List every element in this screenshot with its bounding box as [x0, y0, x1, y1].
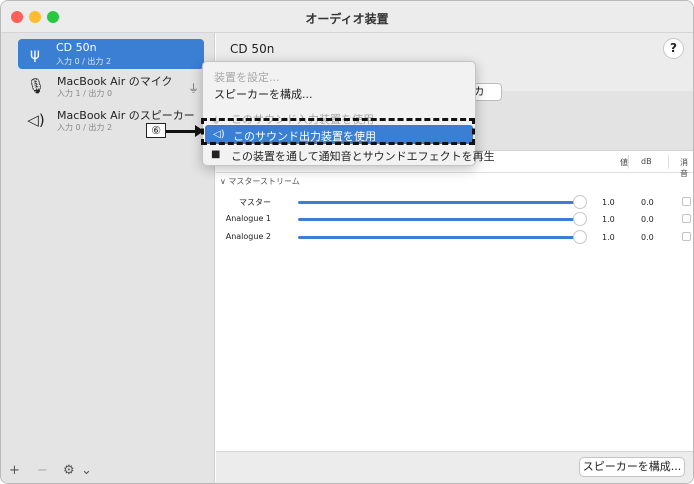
- gear-icon[interactable]: ⚙: [63, 463, 75, 478]
- arrow-head-icon: [195, 125, 204, 137]
- window-title: オーディオ装置: [305, 12, 389, 26]
- column-divider: [668, 155, 669, 169]
- device-io: 入力 0 / 出力 2: [56, 57, 112, 66]
- sidebar-footer: + − ⚙ ⌄: [1, 461, 214, 483]
- mute-checkbox[interactable]: [682, 214, 691, 223]
- column-value: 値: [620, 158, 628, 167]
- alert-icon: ■: [211, 149, 221, 160]
- volume-value: 1.0: [602, 233, 615, 242]
- device-io: 入力 1 / 出力 0: [57, 89, 113, 98]
- step-callout: ⑥: [146, 123, 166, 138]
- menu-item-configure-speakers[interactable]: スピーカーを構成...: [203, 83, 475, 102]
- speaker-icon: ◁): [27, 111, 45, 129]
- volume-value: 1.0: [602, 198, 615, 207]
- device-io: 入力 0 / 出力 2: [57, 123, 113, 132]
- volume-slider-thumb[interactable]: [573, 230, 587, 244]
- mute-checkbox[interactable]: [682, 232, 691, 241]
- microphone-icon: 🎙: [26, 77, 46, 95]
- volume-slider[interactable]: [298, 236, 578, 239]
- device-name: MacBook Air のマイク: [57, 75, 173, 88]
- device-title: CD 50n: [230, 42, 275, 56]
- add-device-button[interactable]: +: [9, 463, 20, 478]
- device-item-mic[interactable]: 🎙 MacBook Air のマイク 入力 1 / 出力 0 ⏚: [19, 71, 205, 101]
- volume-value: 1.0: [602, 215, 615, 224]
- detail-footer: スピーカーを構成...: [216, 451, 693, 483]
- volume-row: Analogue 1 1.0 0.0: [216, 212, 693, 226]
- audio-devices-window: オーディオ装置 ψ CD 50n 入力 0 / 出力 2 🎙 MacBook A…: [0, 0, 694, 484]
- chevron-down-icon[interactable]: ⌄: [81, 463, 92, 478]
- mute-checkbox[interactable]: [682, 197, 691, 206]
- menu-item-label: スピーカーを構成...: [214, 88, 313, 101]
- channel-label: Analogue 2: [225, 232, 271, 241]
- title-bar: オーディオ装置: [1, 1, 693, 33]
- volume-slider[interactable]: [298, 201, 578, 204]
- highlight-frame: [201, 118, 475, 145]
- volume-slider[interactable]: [298, 218, 578, 221]
- volume-row: Analogue 2 1.0 0.0: [216, 230, 693, 244]
- column-divider: [628, 155, 629, 169]
- channel-label: マスター: [239, 198, 271, 207]
- device-name: CD 50n: [56, 41, 97, 54]
- column-db: dB: [641, 157, 652, 166]
- column-mute: 消音: [680, 158, 688, 178]
- remove-device-button[interactable]: −: [37, 463, 48, 478]
- usb-icon: ψ: [30, 45, 40, 63]
- input-device-icon: ⏚: [188, 82, 199, 95]
- master-stream-section[interactable]: ∨ マスターストリーム: [220, 176, 300, 187]
- volume-slider-thumb[interactable]: [573, 212, 587, 226]
- device-item-cd50n[interactable]: ψ CD 50n 入力 0 / 出力 2: [18, 39, 204, 69]
- configure-speakers-button[interactable]: スピーカーを構成...: [579, 457, 685, 477]
- help-button[interactable]: ?: [663, 38, 684, 59]
- device-context-menu: 装置を設定... スピーカーを構成... ⏚ このサウンド入力装置を使用 ◁) …: [202, 61, 495, 166]
- pointer-arrow: [166, 130, 196, 133]
- volume-db: 0.0: [641, 233, 654, 242]
- volume-db: 0.0: [641, 215, 654, 224]
- volume-db: 0.0: [641, 198, 654, 207]
- menu-item-play-alerts[interactable]: ■ この装置を通して通知音とサウンドエフェクトを再生: [203, 145, 495, 164]
- menu-item-label: この装置を通して通知音とサウンドエフェクトを再生: [231, 150, 495, 163]
- volume-row: マスター 1.0 0.0: [216, 195, 693, 209]
- channel-label: Analogue 1: [225, 214, 271, 223]
- device-name: MacBook Air のスピーカー: [57, 109, 195, 122]
- volume-slider-thumb[interactable]: [573, 195, 587, 209]
- device-sidebar: ψ CD 50n 入力 0 / 出力 2 🎙 MacBook Air のマイク …: [1, 33, 215, 483]
